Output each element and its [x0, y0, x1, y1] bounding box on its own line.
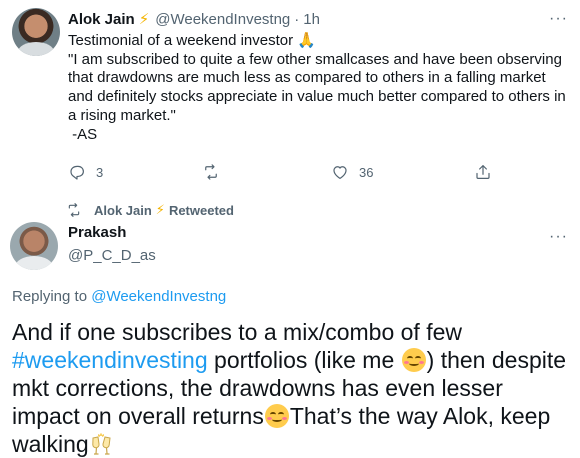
heart-icon: [333, 166, 347, 179]
more-options-icon[interactable]: ···: [549, 11, 568, 27]
retweet-icon: [68, 203, 80, 217]
tweet-text-fragment: impact on overall returns: [12, 403, 264, 429]
retweeted-by-line: Alok Jain ⚡ Retweeted: [66, 202, 234, 218]
tweet-actions: 3 36: [68, 163, 498, 183]
author-name[interactable]: Alok Jain: [68, 11, 135, 28]
tweet-text-fragment: ) then despite: [426, 347, 567, 373]
reply-count: 3: [96, 164, 104, 180]
tweet-header: Alok Jain ⚡ @WeekendInvestng · 1h: [68, 9, 320, 29]
tweet-text-line: -AS: [68, 125, 98, 143]
tweet-text-line: And if one subscribes to a mix/combo of …: [12, 319, 462, 345]
tweet-text-fragment: That’s the way Alok, keep: [289, 403, 551, 429]
tweet-text-line: Testimonial of a weekend investor 🙏: [68, 32, 316, 49]
tweet-text-fragment: portfolios (like me: [207, 347, 401, 373]
retweet-button[interactable]: [202, 163, 230, 181]
tweet-weekendinvestng[interactable]: Alok Jain ⚡ @WeekendInvestng · 1h ··· Te…: [0, 0, 580, 196]
clinking-glasses-icon: [89, 432, 115, 458]
share-button[interactable]: [474, 163, 492, 181]
retweet-icon: [205, 164, 217, 180]
tweet-text-line: impact on overall returns That’s the way …: [12, 402, 578, 430]
tweet-text-line: that drawdowns are much less as compared…: [68, 69, 546, 87]
avatar-prakash[interactable]: [10, 222, 58, 270]
lightning-bolt-icon: ⚡: [138, 11, 150, 28]
tweet-text-line: "I am subscribed to quite a few other sm…: [68, 50, 562, 68]
reply-icon: [70, 165, 84, 180]
reply-button[interactable]: 3: [68, 163, 103, 181]
tweet-text: And if one subscribes to a mix/combo of …: [12, 318, 578, 458]
retweeted-label: Retweeted: [168, 202, 234, 218]
smiling-face-icon: [264, 404, 289, 428]
replying-to-link[interactable]: @WeekendInvestng: [91, 288, 226, 305]
tweet-text-line: and definitely stocks appreciate in valu…: [68, 88, 566, 106]
like-button[interactable]: 36: [331, 163, 373, 181]
hashtag-link[interactable]: #weekendinvesting: [12, 347, 208, 373]
like-count: 36: [359, 164, 374, 180]
share-icon: [476, 165, 490, 179]
author-handle[interactable]: @WeekendInvestng: [155, 11, 290, 28]
retweeter-name[interactable]: Alok Jain: [94, 203, 152, 218]
author-name[interactable]: Prakash: [68, 224, 126, 241]
separator-dot: ·: [294, 10, 300, 28]
smiling-face-icon: [401, 348, 426, 372]
tweet-text-line: #weekendinvesting portfolios (like me ) …: [12, 346, 578, 374]
tweet-text-line: walking: [12, 430, 578, 458]
tweet-text-line: mkt corrections, the drawdowns has even …: [12, 375, 503, 401]
tweet-text-fragment: walking: [12, 431, 89, 457]
author-handle[interactable]: @P_C_D_as: [68, 247, 156, 264]
avatar-alok-jain[interactable]: [12, 8, 60, 56]
tweet-time[interactable]: 1h: [303, 11, 320, 28]
more-options-icon[interactable]: ···: [549, 229, 568, 245]
tweet-text: Testimonial of a weekend investor 🙏 "I a…: [68, 32, 573, 144]
tweet-text-line: a rising market.": [68, 106, 176, 124]
lightning-bolt-icon: ⚡: [155, 202, 165, 217]
replying-prefix: Replying to: [12, 288, 88, 305]
replying-to: Replying to @WeekendInvestng: [12, 288, 226, 305]
